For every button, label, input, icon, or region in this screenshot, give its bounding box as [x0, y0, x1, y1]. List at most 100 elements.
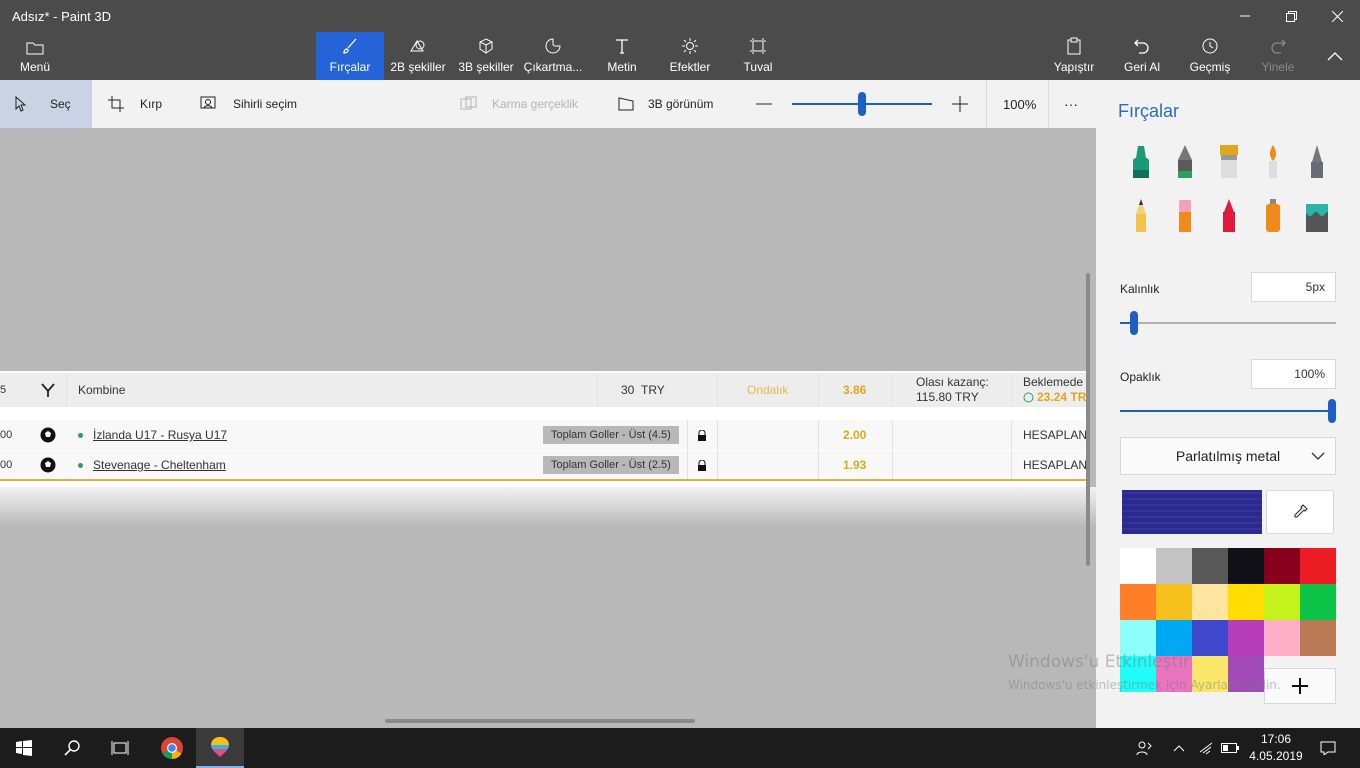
palette-color-swatch[interactable] [1192, 584, 1228, 620]
palette-color-swatch[interactable] [1228, 584, 1264, 620]
close-button[interactable] [1314, 0, 1360, 32]
chrome-taskbar-button[interactable] [148, 728, 196, 768]
fill-bucket-icon[interactable] [1302, 196, 1332, 236]
history-button[interactable]: Geçmiş [1180, 32, 1240, 80]
chevron-down-icon [1311, 452, 1325, 460]
palette-color-swatch[interactable] [1192, 620, 1228, 656]
spray-can-icon[interactable] [1258, 196, 1288, 236]
zoom-in-button[interactable] [952, 80, 968, 128]
calligraphy-pen-icon[interactable] [1170, 142, 1200, 182]
match-link[interactable]: Stevenage - Cheltenham [93, 458, 226, 472]
palette-color-swatch[interactable] [1264, 620, 1300, 656]
eraser-icon[interactable] [1170, 196, 1200, 236]
zoom-slider-thumb[interactable] [858, 92, 866, 116]
palette-color-swatch[interactable] [1300, 620, 1336, 656]
tab-stickers[interactable]: Çıkartma... [522, 32, 584, 80]
vertical-scrollbar[interactable] [1086, 273, 1090, 566]
taskbar-clock[interactable]: 17:06 4.05.2019 [1238, 731, 1314, 765]
crop-tool[interactable]: Kırp [108, 80, 162, 128]
search-icon [64, 740, 80, 756]
opacity-slider-thumb[interactable] [1328, 399, 1336, 423]
palette-color-swatch[interactable] [1300, 548, 1336, 584]
crayon-icon[interactable] [1214, 196, 1244, 236]
oil-brush-icon[interactable] [1214, 142, 1244, 182]
pixel-pen-icon[interactable] [1302, 142, 1332, 182]
palette-color-swatch[interactable] [1228, 620, 1264, 656]
magic-select-tool[interactable]: Sihirli seçim [200, 80, 297, 128]
show-hidden-icons-button[interactable] [1164, 728, 1194, 768]
divider [717, 420, 718, 450]
view-3d-toggle[interactable]: 3B görünüm [618, 80, 713, 128]
view-3d-label: 3B görünüm [648, 97, 714, 111]
palette-color-swatch[interactable] [1120, 584, 1156, 620]
opacity-input[interactable]: 100% [1251, 359, 1336, 389]
combo-icon [36, 373, 60, 407]
task-view-button[interactable] [96, 728, 144, 768]
texture-dropdown[interactable]: Parlatılmış metal [1120, 437, 1336, 475]
select-tool[interactable]: Seç [0, 80, 92, 128]
tab-2d-shapes[interactable]: 2B şekiller [386, 32, 450, 80]
palette-color-swatch[interactable] [1300, 584, 1336, 620]
minimize-button[interactable] [1222, 0, 1268, 32]
palette-color-swatch[interactable] [1156, 548, 1192, 584]
network-button[interactable] [1194, 728, 1218, 768]
palette-color-swatch[interactable] [1264, 584, 1300, 620]
collapse-ribbon-button[interactable] [1312, 40, 1358, 72]
horizontal-scrollbar[interactable] [385, 719, 695, 723]
palette-color-swatch[interactable] [1120, 620, 1156, 656]
table-row: 00 Stevenage - Cheltenham Toplam Goller … [0, 451, 1090, 481]
palette-color-swatch[interactable] [1156, 620, 1192, 656]
start-button[interactable] [0, 728, 48, 768]
tab-text[interactable]: Metin [592, 32, 652, 80]
clock-date: 4.05.2019 [1249, 749, 1303, 763]
thickness-slider-thumb[interactable] [1130, 311, 1138, 335]
more-options-button[interactable]: ··· [1064, 80, 1078, 128]
tab-effects[interactable]: Efektler [660, 32, 720, 80]
maximize-button[interactable] [1268, 0, 1314, 32]
shapes-2d-icon [410, 40, 425, 52]
menu-button[interactable]: Menü [0, 32, 70, 80]
palette-color-swatch[interactable] [1264, 548, 1300, 584]
redo-button[interactable]: Yinele [1250, 32, 1306, 80]
tab-canvas[interactable]: Tuval [728, 32, 788, 80]
eyedropper-button[interactable] [1266, 490, 1334, 534]
notifications-button[interactable] [1308, 728, 1348, 768]
texture-value: Parlatılmış metal [1175, 448, 1281, 464]
thickness-input[interactable]: 5px [1251, 272, 1336, 302]
search-button[interactable] [48, 728, 96, 768]
opacity-slider[interactable] [1120, 399, 1336, 423]
activation-watermark-text: Windows'u etkinleştirmek için Ayarlar'a … [1008, 678, 1281, 692]
current-color-swatch[interactable] [1122, 490, 1262, 534]
palette-color-swatch[interactable] [1192, 548, 1228, 584]
pencil-icon[interactable] [1126, 196, 1156, 236]
tab-3d-shapes[interactable]: 3B şekiller [454, 32, 518, 80]
tab-label: Çıkartma... [523, 60, 583, 74]
minus-icon [756, 103, 772, 105]
history-icon [1202, 38, 1218, 54]
plus-icon [1292, 678, 1308, 694]
zoom-value[interactable]: 100% [1003, 80, 1036, 128]
paint3d-taskbar-button[interactable] [196, 728, 244, 768]
divider [66, 373, 67, 407]
people-button[interactable] [1124, 728, 1164, 768]
tab-brushes[interactable]: Fırçalar [316, 32, 384, 80]
palette-color-swatch[interactable] [1120, 548, 1156, 584]
drawing-canvas[interactable]: 5 Kombine 30 TRY Ondalık 3.86 Olası kaza… [0, 128, 1096, 728]
zoom-out-button[interactable] [756, 80, 772, 128]
marker-brush-icon[interactable] [1126, 142, 1156, 182]
match-link[interactable]: İzlanda U17 - Rusya U17 [93, 428, 227, 442]
windows-icon [16, 740, 32, 756]
sun-icon [682, 38, 698, 54]
palette-color-swatch[interactable] [1228, 548, 1264, 584]
opacity-label: Opaklık [1120, 370, 1161, 384]
undo-label: Geri Al [1123, 60, 1160, 74]
zoom-slider[interactable] [792, 92, 932, 116]
thickness-slider[interactable] [1120, 311, 1336, 335]
palette-color-swatch[interactable] [1156, 584, 1192, 620]
panel-title: Fırçalar [1118, 101, 1180, 121]
undo-button[interactable]: Geri Al [1114, 32, 1170, 80]
divider [892, 420, 893, 450]
paste-button[interactable]: Yapıştır [1046, 32, 1102, 80]
mixed-reality-tool[interactable]: Karma gerçeklik [460, 80, 578, 128]
watercolor-brush-icon[interactable] [1258, 142, 1288, 182]
